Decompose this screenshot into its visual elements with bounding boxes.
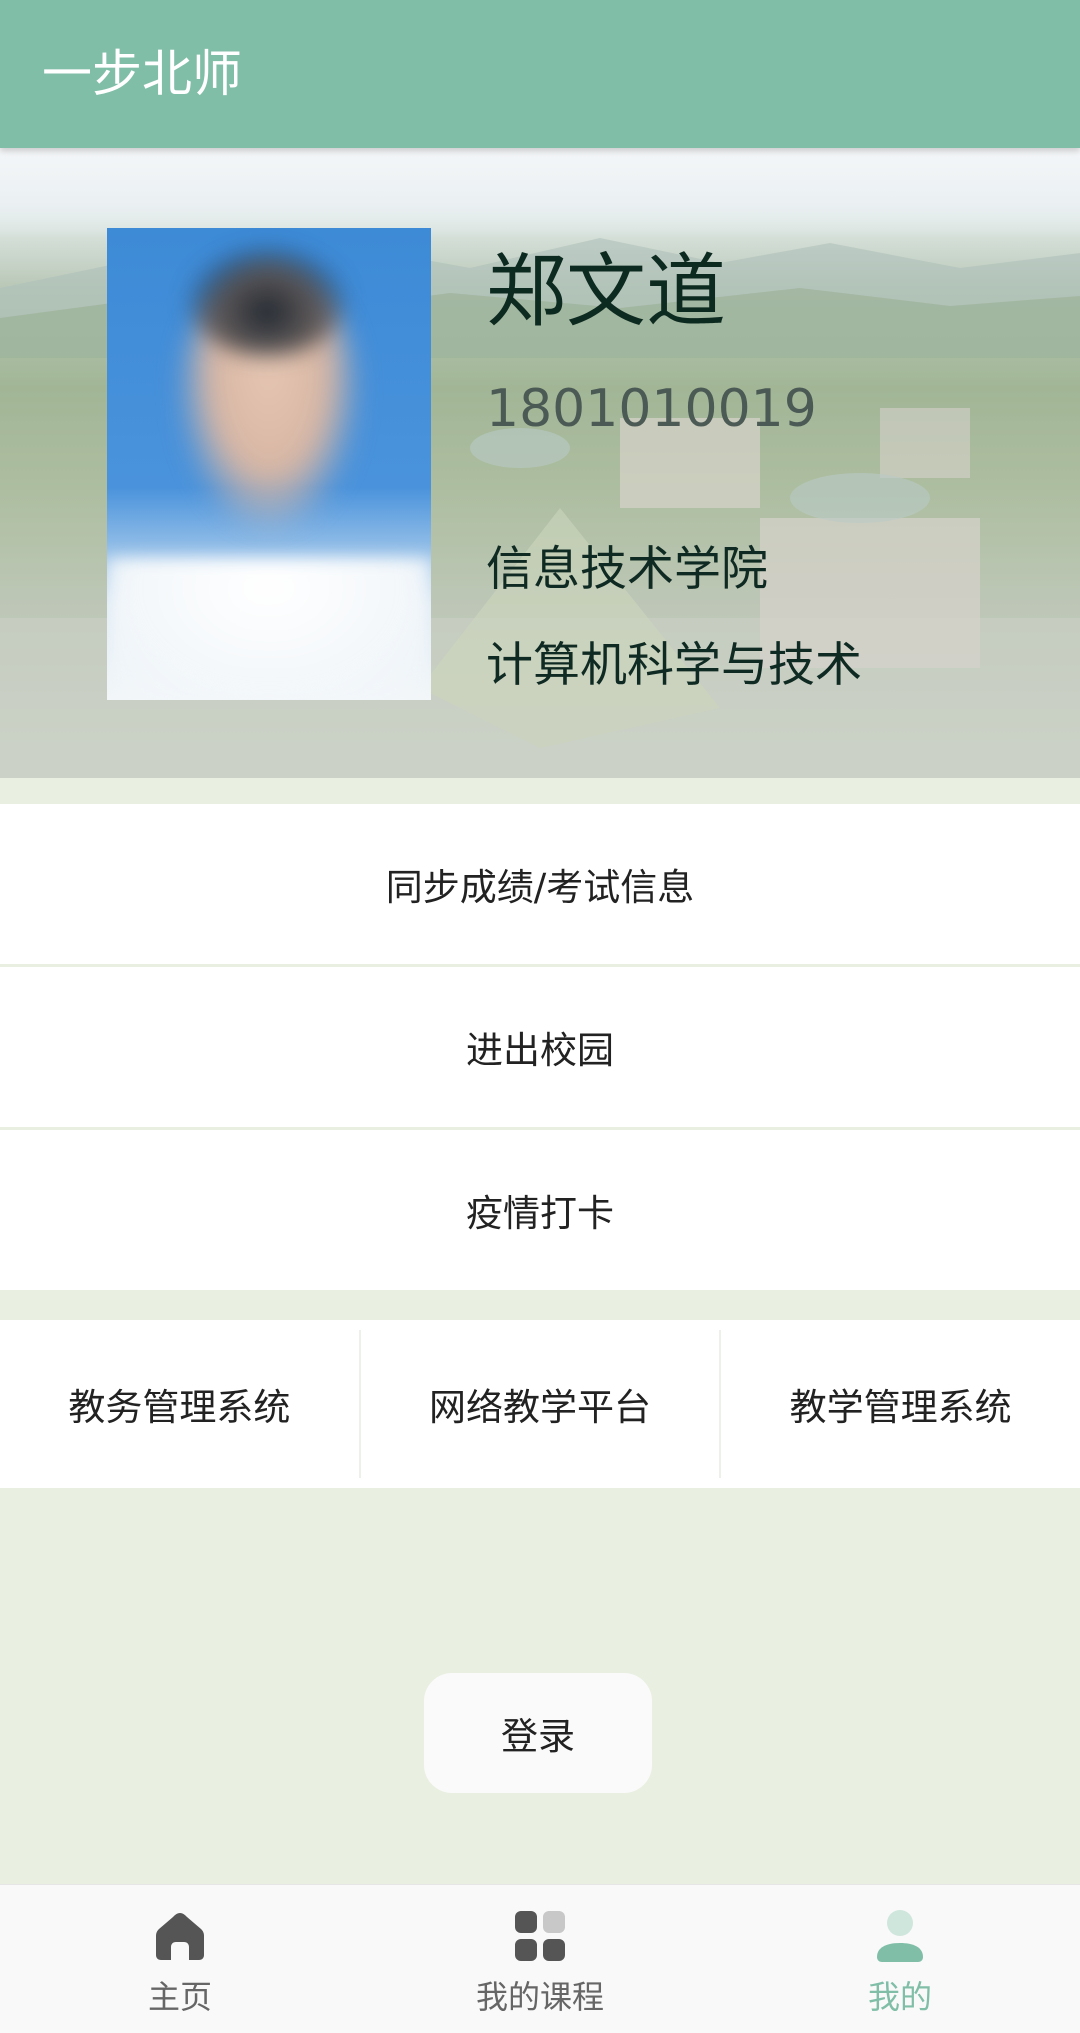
user-icon (873, 1909, 927, 1967)
teaching-management-label: 教学管理系统 (789, 1386, 1012, 1429)
tab-my-courses-label: 我的课程 (475, 1978, 604, 2016)
grid-icon (513, 1909, 567, 1967)
health-checkin-button[interactable]: 疫情打卡 (0, 1130, 1080, 1290)
online-teaching-link[interactable]: 网络教学平台 (361, 1320, 720, 1488)
student-college: 信息技术学院 (486, 542, 768, 597)
app-bar: 一步北师 (0, 0, 1080, 148)
tab-me-label: 我的 (867, 1978, 932, 2016)
bottom-tab-bar: 主页 我的课程 我的 (0, 1884, 1080, 2033)
photo-shirt (107, 558, 431, 700)
sync-grades-label: 同步成绩/考试信息 (385, 866, 695, 909)
system-links: 教务管理系统 网络教学平台 教学管理系统 (0, 1320, 1080, 1488)
academic-affairs-label: 教务管理系统 (68, 1386, 291, 1429)
campus-access-button[interactable]: 进出校园 (0, 967, 1080, 1127)
tab-my-courses[interactable]: 我的课程 (360, 1885, 720, 2033)
teaching-management-link[interactable]: 教学管理系统 (721, 1320, 1080, 1488)
photo-hair (187, 246, 347, 356)
academic-affairs-link[interactable]: 教务管理系统 (0, 1320, 359, 1488)
tab-home[interactable]: 主页 (0, 1885, 360, 2033)
profile-photo (107, 228, 431, 700)
home-icon (153, 1909, 207, 1967)
health-checkin-label: 疫情打卡 (466, 1192, 614, 1235)
app-title: 一步北师 (42, 45, 242, 103)
tab-home-label: 主页 (147, 1978, 212, 2016)
online-teaching-label: 网络教学平台 (429, 1386, 651, 1429)
student-name: 郑文道 (486, 245, 726, 338)
profile-banner: 郑文道 1801010019 信息技术学院 计算机科学与技术 (0, 148, 1080, 778)
student-major: 计算机科学与技术 (486, 638, 862, 693)
campus-access-label: 进出校园 (466, 1029, 614, 1072)
tab-me[interactable]: 我的 (720, 1885, 1080, 2033)
login-label: 登录 (501, 1715, 575, 1758)
student-id: 1801010019 (486, 379, 817, 439)
login-button[interactable]: 登录 (424, 1673, 652, 1793)
sync-grades-button[interactable]: 同步成绩/考试信息 (0, 804, 1080, 964)
